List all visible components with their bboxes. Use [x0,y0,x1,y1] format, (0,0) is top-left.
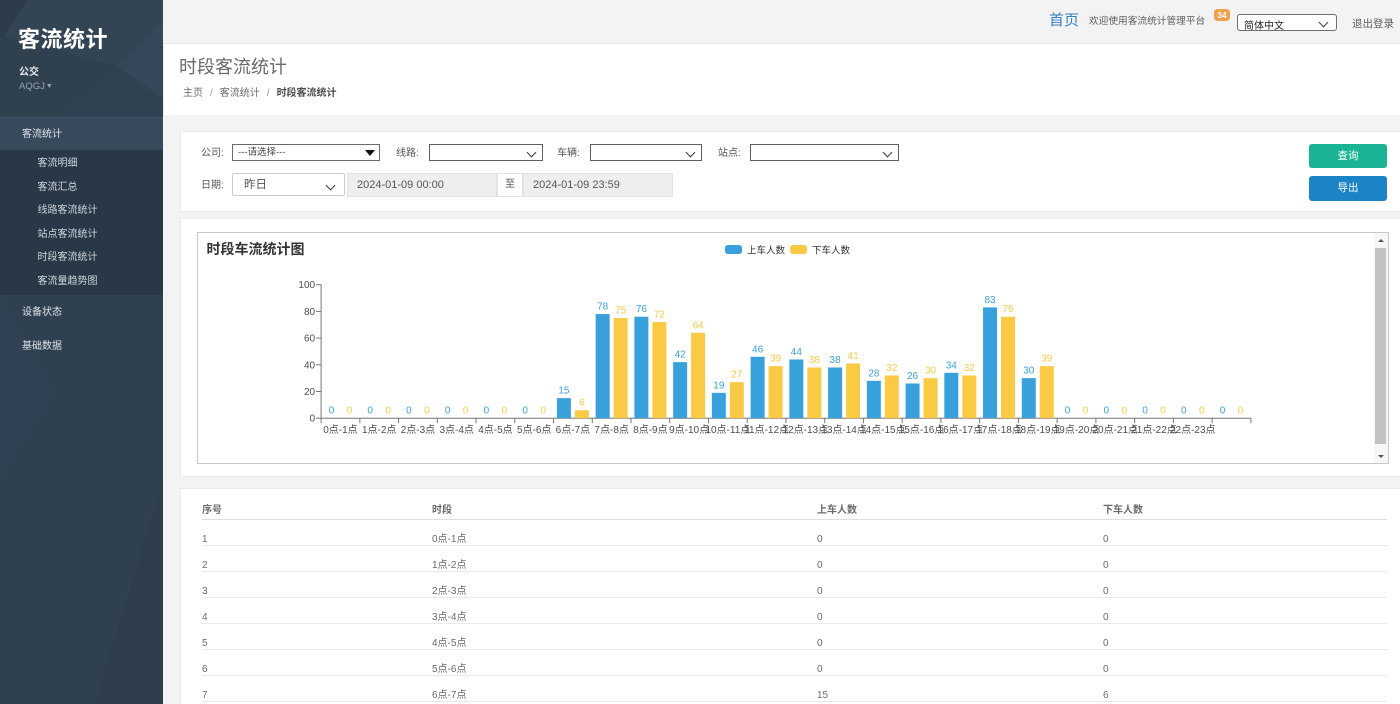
svg-text:0: 0 [540,405,546,416]
svg-text:0: 0 [1142,405,1148,416]
svg-text:1点-2点: 1点-2点 [361,424,395,436]
svg-text:72: 72 [653,309,665,320]
svg-text:3点-4点: 3点-4点 [439,424,473,436]
svg-text:64: 64 [692,320,704,331]
svg-text:0: 0 [483,405,489,416]
svg-text:0: 0 [385,405,391,416]
svg-text:41: 41 [847,350,859,361]
svg-text:46: 46 [752,344,764,355]
svg-text:20: 20 [303,387,315,398]
svg-text:76: 76 [1002,304,1014,315]
svg-text:0: 0 [501,405,507,416]
svg-text:22点-23点: 22点-23点 [1169,424,1215,436]
svg-text:7点-8点: 7点-8点 [594,424,628,436]
svg-text:0: 0 [1082,405,1088,416]
svg-text:60: 60 [303,333,315,344]
svg-text:2点-3点: 2点-3点 [400,424,434,436]
svg-text:28: 28 [868,368,880,379]
svg-text:27: 27 [731,369,743,380]
svg-text:15: 15 [558,385,570,396]
svg-text:75: 75 [615,305,627,316]
svg-text:9点-10点: 9点-10点 [669,424,709,436]
svg-text:44: 44 [790,346,802,357]
svg-text:30: 30 [1023,365,1035,376]
svg-text:0: 0 [444,405,450,416]
svg-text:0: 0 [309,413,315,424]
svg-text:39: 39 [1041,353,1053,364]
svg-text:32: 32 [886,362,898,373]
svg-text:0: 0 [346,405,352,416]
svg-text:0: 0 [1180,405,1186,416]
svg-text:19: 19 [713,380,725,391]
svg-text:38: 38 [808,354,820,365]
svg-text:32: 32 [963,362,975,373]
svg-text:0: 0 [1121,405,1127,416]
svg-text:0: 0 [367,405,373,416]
svg-text:6点-7点: 6点-7点 [555,424,589,436]
svg-text:0: 0 [424,405,430,416]
svg-text:5点-6点: 5点-6点 [516,424,550,436]
svg-text:76: 76 [635,304,647,315]
svg-text:0: 0 [1219,405,1225,416]
svg-text:4点-5点: 4点-5点 [478,424,512,436]
svg-text:26: 26 [907,370,919,381]
svg-text:38: 38 [829,354,841,365]
svg-text:30: 30 [925,365,937,376]
svg-text:78: 78 [597,301,609,312]
svg-text:0: 0 [462,405,468,416]
svg-text:6: 6 [579,397,585,408]
svg-text:83: 83 [984,294,996,305]
svg-text:0: 0 [1064,405,1070,416]
svg-text:0: 0 [522,405,528,416]
svg-text:0: 0 [406,405,412,416]
svg-text:0: 0 [1160,405,1166,416]
svg-text:0: 0 [1198,405,1204,416]
svg-text:34: 34 [945,360,957,371]
svg-text:0点-1点: 0点-1点 [323,424,357,436]
svg-text:40: 40 [303,360,315,371]
svg-text:8点-9点: 8点-9点 [633,424,667,436]
svg-text:100: 100 [298,280,315,291]
svg-text:39: 39 [770,353,782,364]
svg-text:80: 80 [303,306,315,317]
svg-text:0: 0 [1237,405,1243,416]
svg-text:0: 0 [328,405,334,416]
svg-text:42: 42 [674,349,686,360]
svg-text:0: 0 [1103,405,1109,416]
